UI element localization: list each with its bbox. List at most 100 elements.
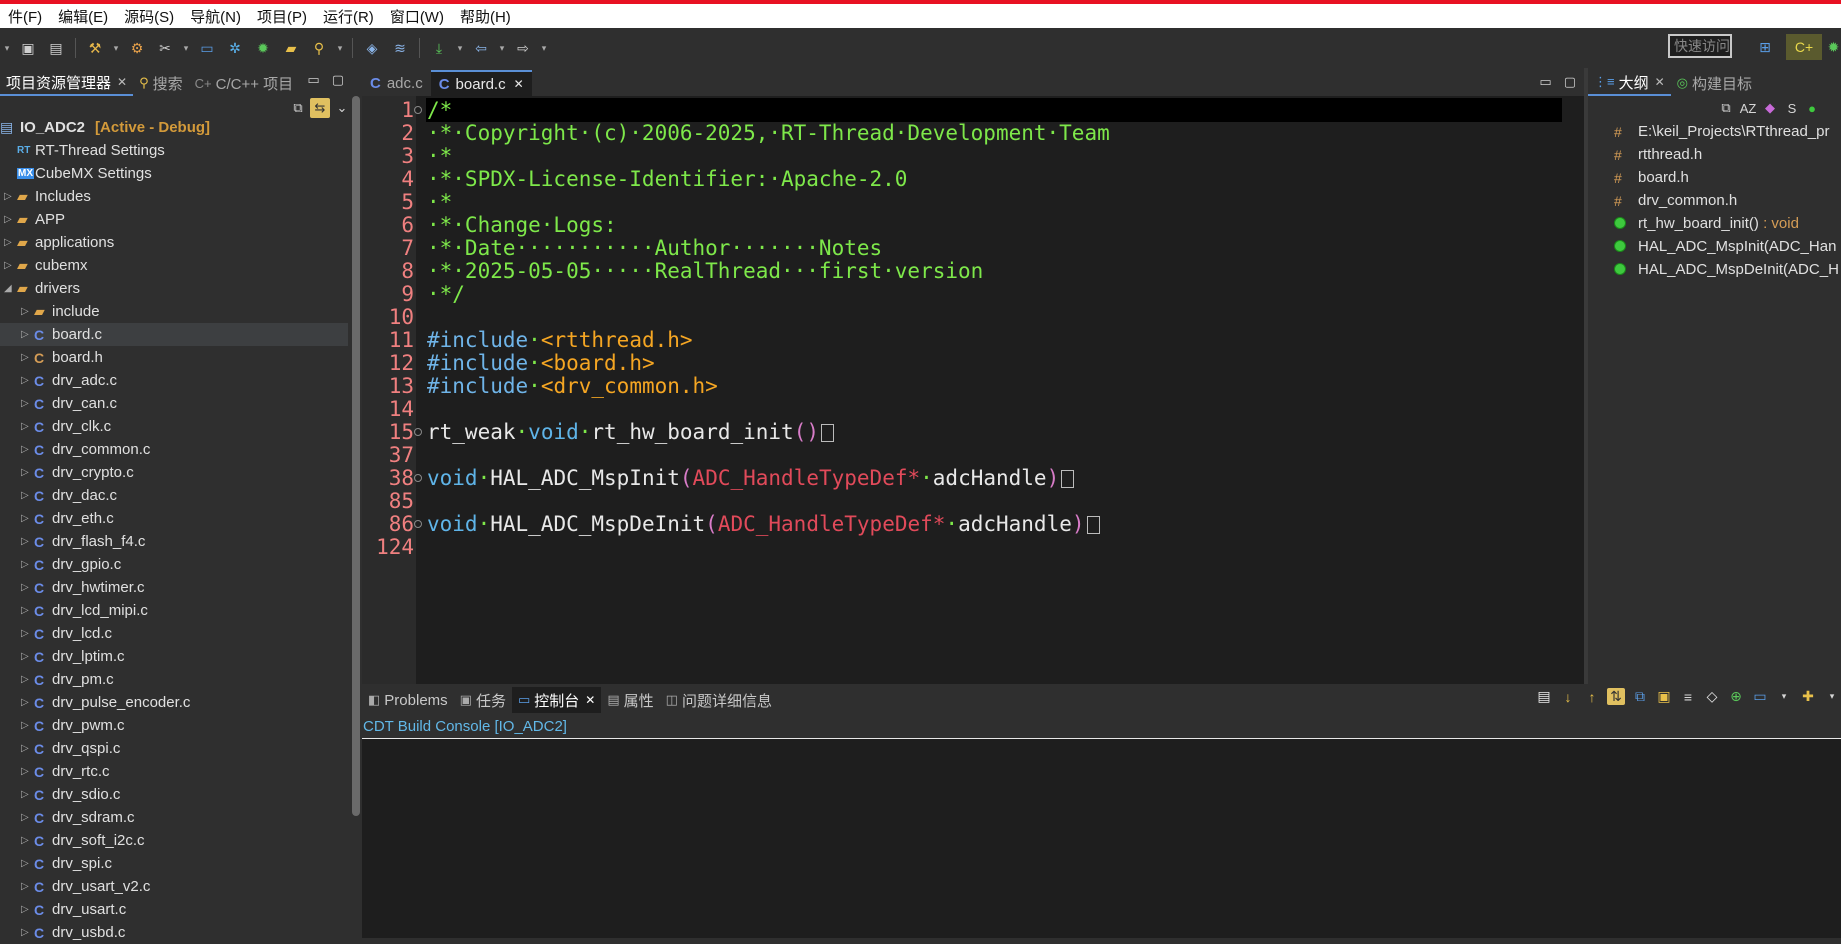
sort-icon[interactable]: AZ (1738, 98, 1758, 118)
tree-item[interactable]: ▷ Cdrv_sdram.c (0, 806, 348, 829)
collapsed-arrow-icon[interactable]: ▷ (21, 904, 31, 915)
menu-item-7[interactable]: 帮助(H) (452, 6, 519, 27)
fold-toggle-icon[interactable] (414, 520, 422, 528)
editor-tab-0[interactable]: Cadc.c (362, 70, 431, 96)
close-icon[interactable]: ✕ (585, 693, 595, 707)
collapsed-arrow-icon[interactable]: ▷ (21, 536, 31, 547)
open-folder-icon[interactable]: ▰ (280, 37, 302, 59)
folded-block-icon[interactable] (1061, 470, 1075, 488)
collapsed-arrow-icon[interactable]: ▷ (21, 858, 31, 869)
console-tab-4[interactable]: ◫ 问题详细信息 (660, 687, 778, 713)
open-console-dropdown-icon[interactable]: ▾ (1823, 691, 1841, 702)
menu-item-4[interactable]: 项目(P) (249, 6, 315, 27)
search-dropdown-icon[interactable]: ▾ (335, 37, 345, 59)
back-dropdown-icon[interactable]: ▾ (497, 37, 507, 59)
tools-icon[interactable]: ✂ (154, 37, 176, 59)
tree-item[interactable]: ▷ ▰ Includes (0, 185, 348, 208)
minimize-icon[interactable]: ▭ (307, 72, 319, 88)
fold-toggle-icon[interactable] (414, 428, 422, 436)
hammer-icon[interactable]: ⚙ (126, 37, 148, 59)
tree-item[interactable]: ▷ Cdrv_usart_v2.c (0, 875, 348, 898)
collapse-all-icon[interactable]: ⧉ (288, 98, 308, 118)
fold-toggle-icon[interactable] (414, 474, 422, 482)
console-tab-2[interactable]: ▭ 控制台 ✕ (511, 687, 602, 713)
tree-item[interactable]: ▷ Cdrv_flash_f4.c (0, 530, 348, 553)
back-icon[interactable]: ⇦ (470, 37, 492, 59)
tree-item[interactable]: ▷ Cdrv_pwm.c (0, 714, 348, 737)
maximize-icon[interactable]: ▢ (332, 72, 344, 88)
tree-item[interactable]: ▷ Cboard.h (0, 346, 348, 369)
tree-item[interactable]: ▷ Cdrv_usbd.c (0, 921, 348, 944)
collapsed-arrow-icon[interactable]: ▷ (21, 605, 31, 616)
download-icon[interactable]: ⤓ (428, 37, 450, 59)
editor-tab-1[interactable]: Cboard.c ✕ (430, 70, 532, 96)
collapse-all-icon[interactable]: ⧉ (1716, 98, 1736, 118)
save-icon[interactable]: ▣ (17, 37, 39, 59)
tree-item[interactable]: ▷ Cdrv_common.c (0, 438, 348, 461)
tree-item[interactable]: ▷ ▰ APP (0, 208, 348, 231)
collapsed-arrow-icon[interactable]: ▷ (21, 743, 31, 754)
save-all-icon[interactable]: ▤ (45, 37, 67, 59)
collapsed-arrow-icon[interactable]: ▷ (21, 674, 31, 685)
clear-console-icon[interactable]: ◇ (1703, 688, 1721, 705)
collapsed-arrow-icon[interactable]: ▷ (21, 375, 31, 386)
collapsed-arrow-icon[interactable]: ▷ (21, 490, 31, 501)
outline-item[interactable]: # drv_common.h (1588, 189, 1841, 212)
tree-item[interactable]: ▷ Cdrv_pm.c (0, 668, 348, 691)
link-editor-icon[interactable]: ⇆ (310, 98, 330, 118)
tree-item[interactable]: ▷ Cdrv_lptim.c (0, 645, 348, 668)
build-dropdown-icon[interactable]: ▾ (111, 37, 121, 59)
scroll-lock-icon[interactable]: ⇅ (1607, 688, 1625, 705)
tab-1[interactable]: ⚲ 搜索 (133, 70, 189, 96)
folded-block-icon[interactable] (1086, 516, 1100, 534)
collapsed-arrow-icon[interactable]: ▷ (4, 237, 14, 248)
project-root[interactable]: ▤ IO_ADC2 [Active - Debug] (0, 116, 348, 139)
maximize-icon[interactable]: ▢ (1564, 74, 1576, 90)
tree-item[interactable]: ▷ Cdrv_adc.c (0, 369, 348, 392)
tree-item[interactable]: ▷ Cdrv_dac.c (0, 484, 348, 507)
tree-item[interactable]: ▷ Cdrv_crypto.c (0, 461, 348, 484)
tree-item[interactable]: MX CubeMX Settings (0, 162, 348, 185)
console-tab-0[interactable]: ◧ Problems (362, 687, 454, 713)
tree-item[interactable]: ▷ Cdrv_spi.c (0, 852, 348, 875)
fold-toggle-icon[interactable] (414, 106, 422, 114)
tree-item[interactable]: ▷ Cdrv_can.c (0, 392, 348, 415)
collapsed-arrow-icon[interactable]: ▷ (21, 881, 31, 892)
outline-item[interactable]: # board.h (1588, 166, 1841, 189)
tab-0[interactable]: 项目资源管理器 ✕ (0, 70, 134, 96)
hide-fields-icon[interactable]: ◆ (1760, 98, 1780, 118)
console-output[interactable] (362, 739, 1841, 938)
hide-nonpublic-icon[interactable]: ● (1802, 98, 1822, 118)
collapsed-arrow-icon[interactable]: ▷ (21, 421, 31, 432)
debug-perspective-icon[interactable]: ✹ (1826, 34, 1841, 60)
scroll-down-icon[interactable]: ↓ (1559, 689, 1577, 705)
explorer-scrollbar[interactable] (352, 96, 360, 938)
tree-item[interactable]: ▷ Cdrv_clk.c (0, 415, 348, 438)
collapsed-arrow-icon[interactable]: ▷ (21, 927, 31, 938)
new-console-icon[interactable]: ⊕ (1727, 688, 1745, 705)
collapsed-arrow-icon[interactable]: ▷ (21, 720, 31, 731)
collapsed-arrow-icon[interactable]: ▷ (4, 260, 14, 271)
expanded-arrow-icon[interactable]: ◢ (4, 283, 14, 294)
build-icon[interactable]: ⚒ (84, 37, 106, 59)
minimize-icon[interactable]: ▭ (1539, 74, 1551, 90)
hide-static-icon[interactable]: S (1782, 98, 1802, 118)
menu-item-2[interactable]: 源码(S) (116, 6, 182, 27)
menu-item-0[interactable]: 件(F) (0, 6, 50, 27)
scroll-up-icon[interactable]: ↑ (1583, 689, 1601, 705)
code-editor[interactable]: /* ·*·Copyright·(c)·2006-2025,·RT-Thread·… (362, 96, 1584, 714)
tree-item[interactable]: ▷ ▰ include (0, 300, 348, 323)
collapsed-arrow-icon[interactable]: ▷ (21, 467, 31, 478)
collapsed-arrow-icon[interactable]: ▷ (21, 789, 31, 800)
menu-item-5[interactable]: 运行(R) (315, 6, 382, 27)
collapsed-arrow-icon[interactable]: ▷ (21, 651, 31, 662)
collapsed-arrow-icon[interactable]: ▷ (21, 444, 31, 455)
display-dropdown-icon[interactable]: ▾ (1775, 691, 1793, 702)
outline-item[interactable]: # rtthread.h (1588, 143, 1841, 166)
open-perspective-icon[interactable]: ⊞ (1752, 34, 1778, 60)
tools-dropdown-icon[interactable]: ▾ (181, 37, 191, 59)
collapsed-arrow-icon[interactable]: ▷ (21, 329, 31, 340)
outline-item[interactable]: # E:\keil_Projects\RTthread_pr (1588, 120, 1841, 143)
cpp-perspective-icon[interactable]: C+ (1786, 34, 1822, 60)
forward-icon[interactable]: ⇨ (512, 37, 534, 59)
